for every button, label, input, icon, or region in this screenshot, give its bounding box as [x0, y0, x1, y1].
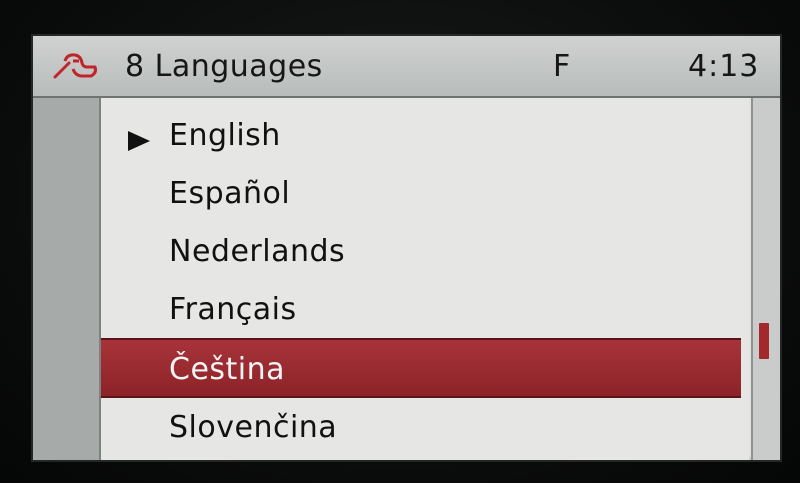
list-item-label: Español: [169, 176, 291, 211]
list-item-label: Français: [169, 292, 297, 327]
scrollbar-thumb[interactable]: [759, 323, 769, 359]
mode-indicator: F: [553, 49, 571, 84]
list-item-francais[interactable]: Français: [101, 280, 741, 336]
list-item-cestina[interactable]: Čeština: [101, 338, 741, 398]
header-bar: 8 Languages F 4:13: [33, 36, 780, 98]
side-panel: [33, 98, 101, 460]
list-item-label: Nederlands: [169, 234, 346, 269]
list-item-slovencina[interactable]: Slovenčina: [101, 398, 741, 454]
page-title: 8 Languages: [125, 49, 323, 84]
infotainment-screen: 8 Languages F 4:13 English Español Neder…: [33, 36, 780, 460]
list-item-label: Slovenčina: [169, 410, 338, 445]
list-item-label: Čeština: [169, 352, 286, 387]
language-list: English Español Nederlands Français Češt…: [101, 98, 749, 460]
list-item-label: English: [169, 118, 281, 153]
wrench-icon: [53, 53, 97, 79]
list-item-english[interactable]: English: [101, 106, 741, 162]
list-item-espanol[interactable]: Español: [101, 164, 741, 220]
scrollbar[interactable]: [751, 98, 780, 460]
clock: 4:13: [688, 49, 760, 84]
active-pointer-icon: [128, 131, 150, 151]
list-item-nederlands[interactable]: Nederlands: [101, 222, 741, 278]
